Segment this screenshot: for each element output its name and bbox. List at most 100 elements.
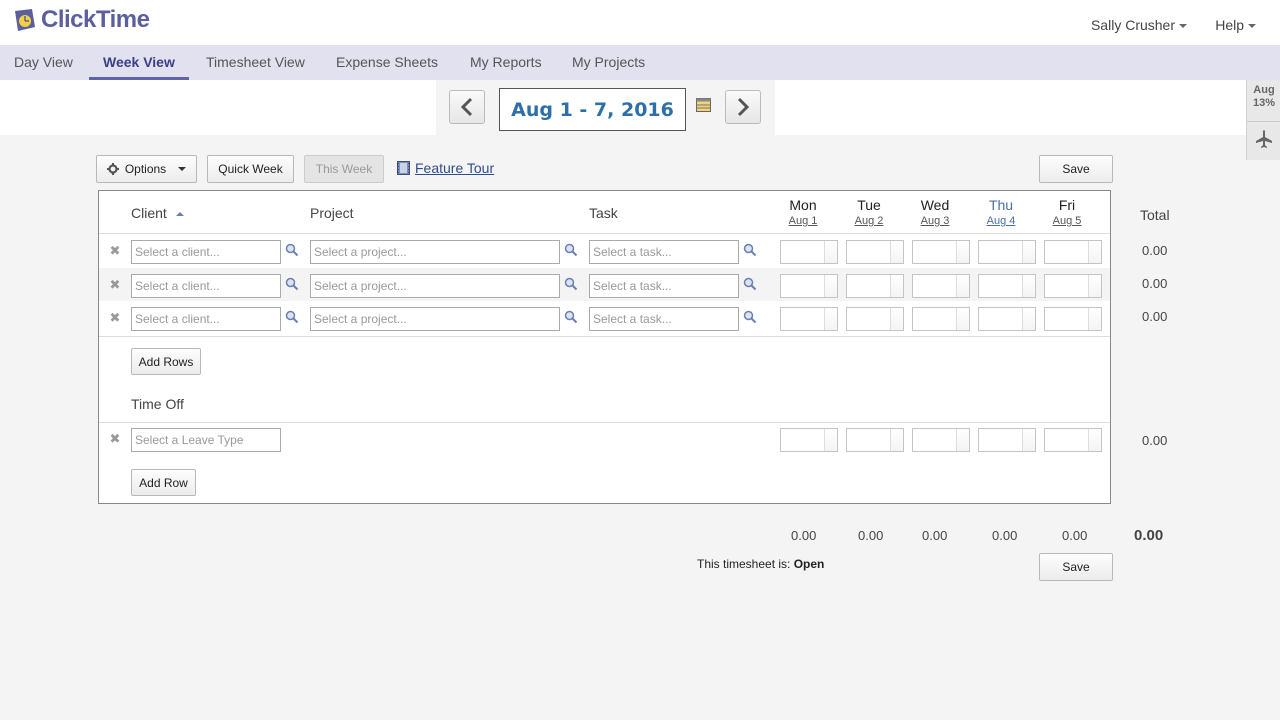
status-prefix: This timesheet is: bbox=[697, 557, 791, 571]
client-header-label: Client bbox=[131, 205, 167, 221]
task-column-header[interactable]: Task bbox=[589, 205, 618, 221]
project-select[interactable]: Select a project... bbox=[310, 274, 560, 298]
search-icon[interactable] bbox=[285, 310, 299, 324]
time-entry-mon[interactable] bbox=[780, 274, 838, 298]
day-date-link[interactable]: Aug 3 bbox=[907, 215, 963, 227]
time-off-total: 0.00 bbox=[1142, 433, 1168, 448]
divider bbox=[1247, 121, 1280, 122]
time-entry-mon[interactable] bbox=[780, 307, 838, 331]
time-entry-fri[interactable] bbox=[1044, 240, 1102, 264]
time-off-entry-thu[interactable] bbox=[978, 428, 1036, 452]
day-name: Thu bbox=[988, 197, 1014, 213]
delete-row-icon[interactable]: ✖ bbox=[109, 432, 121, 445]
previous-week-button[interactable] bbox=[449, 90, 485, 124]
project-select[interactable]: Select a project... bbox=[310, 307, 560, 331]
nav-my-projects[interactable]: My Projects bbox=[558, 45, 659, 80]
leave-type-select[interactable]: Select a Leave Type bbox=[131, 428, 281, 452]
search-icon[interactable] bbox=[564, 243, 578, 257]
options-button[interactable]: Options bbox=[96, 155, 197, 183]
save-button-top[interactable]: Save bbox=[1039, 155, 1113, 183]
delete-row-icon[interactable]: ✖ bbox=[109, 278, 121, 291]
project-column-header[interactable]: Project bbox=[310, 205, 354, 221]
day-header-thu: Thu Aug 4 bbox=[973, 197, 1029, 227]
nav-timesheet-view[interactable]: Timesheet View bbox=[192, 45, 319, 80]
user-name: Sally Crusher bbox=[1090, 17, 1175, 33]
date-bar-right bbox=[775, 80, 1246, 135]
time-entry-tue[interactable] bbox=[846, 274, 904, 298]
day-name: Fri bbox=[1058, 197, 1076, 213]
nav-my-reports[interactable]: My Reports bbox=[456, 45, 556, 80]
day-name: Tue bbox=[857, 197, 881, 213]
this-week-button[interactable]: This Week bbox=[304, 155, 384, 183]
timesheet-status: This timesheet is: Open bbox=[697, 557, 824, 571]
time-entry-tue[interactable] bbox=[846, 240, 904, 264]
time-entry-tue[interactable] bbox=[846, 307, 904, 331]
search-icon[interactable] bbox=[564, 277, 578, 291]
calendar-icon[interactable] bbox=[696, 98, 711, 112]
time-entry-wed[interactable] bbox=[912, 307, 970, 331]
quick-week-button[interactable]: Quick Week bbox=[207, 155, 294, 183]
next-week-button[interactable] bbox=[725, 90, 761, 124]
time-entry-thu[interactable] bbox=[978, 307, 1036, 331]
nav-week-view[interactable]: Week View bbox=[89, 45, 189, 80]
task-select[interactable]: Select a task... bbox=[589, 240, 739, 264]
project-select[interactable]: Select a project... bbox=[310, 240, 560, 264]
user-menu[interactable]: Sally Crusher bbox=[1091, 17, 1187, 33]
time-entry-wed[interactable] bbox=[912, 240, 970, 264]
delete-row-icon[interactable]: ✖ bbox=[109, 244, 121, 257]
status-value: Open bbox=[793, 557, 825, 571]
save-button-bottom[interactable]: Save bbox=[1039, 553, 1113, 581]
task-select[interactable]: Select a task... bbox=[589, 307, 739, 331]
week-range[interactable]: Aug 1 - 7, 2016 bbox=[499, 88, 686, 131]
time-entry-fri[interactable] bbox=[1044, 274, 1102, 298]
time-off-entry-wed[interactable] bbox=[912, 428, 970, 452]
time-off-entry-mon[interactable] bbox=[780, 428, 838, 452]
search-icon[interactable] bbox=[285, 243, 299, 257]
time-entry-fri[interactable] bbox=[1044, 307, 1102, 331]
time-off-entry-fri[interactable] bbox=[1044, 428, 1102, 452]
search-icon[interactable] bbox=[743, 310, 757, 324]
airplane-icon[interactable] bbox=[1255, 129, 1273, 149]
progress-month: Aug bbox=[1253, 84, 1275, 96]
day-date-link[interactable]: Aug 2 bbox=[841, 215, 897, 227]
month-progress[interactable]: Aug 13% bbox=[1247, 84, 1280, 110]
client-select[interactable]: Select a client... bbox=[131, 307, 281, 331]
day-date-link[interactable]: Aug 1 bbox=[775, 215, 831, 227]
add-rows-button[interactable]: Add Rows bbox=[131, 348, 201, 375]
help-label: Help bbox=[1215, 17, 1244, 33]
time-entry-thu[interactable] bbox=[978, 240, 1036, 264]
add-row-button[interactable]: Add Row bbox=[131, 469, 196, 496]
progress-percent: 13% bbox=[1252, 97, 1276, 109]
nav-expense-sheets[interactable]: Expense Sheets bbox=[322, 45, 452, 80]
search-icon[interactable] bbox=[743, 243, 757, 257]
help-menu[interactable]: Help bbox=[1215, 17, 1256, 33]
timesheet-grid: Client Project Task Mon Aug 1 Tue Aug 2 … bbox=[98, 190, 1111, 504]
delete-row-icon[interactable]: ✖ bbox=[109, 311, 121, 324]
day-date-link[interactable]: Aug 4 bbox=[973, 215, 1029, 227]
row-total: 0.00 bbox=[1142, 309, 1168, 324]
day-total-fri: 0.00 bbox=[1062, 528, 1088, 543]
time-entry-mon[interactable] bbox=[780, 240, 838, 264]
clicktime-logo[interactable]: ClickTime bbox=[12, 6, 150, 34]
day-header-mon: Mon Aug 1 bbox=[775, 197, 831, 227]
day-date-link[interactable]: Aug 5 bbox=[1039, 215, 1095, 227]
time-off-title: Time Off bbox=[131, 396, 184, 412]
date-bar-left bbox=[0, 80, 436, 135]
client-select[interactable]: Select a client... bbox=[131, 240, 281, 264]
day-total-thu: 0.00 bbox=[992, 528, 1018, 543]
chevron-left-icon bbox=[460, 97, 473, 117]
side-panel: Aug 13% bbox=[1246, 80, 1280, 160]
client-select[interactable]: Select a client... bbox=[131, 274, 281, 298]
time-entry-wed[interactable] bbox=[912, 274, 970, 298]
time-off-entry-tue[interactable] bbox=[846, 428, 904, 452]
search-icon[interactable] bbox=[285, 277, 299, 291]
nav-day-view[interactable]: Day View bbox=[0, 45, 87, 80]
chevron-down-icon bbox=[1248, 24, 1256, 29]
search-icon[interactable] bbox=[743, 277, 757, 291]
feature-tour-link[interactable]: Feature Tour bbox=[397, 160, 494, 176]
task-select[interactable]: Select a task... bbox=[589, 274, 739, 298]
search-icon[interactable] bbox=[564, 310, 578, 324]
time-entry-thu[interactable] bbox=[978, 274, 1036, 298]
client-column-header[interactable]: Client bbox=[131, 205, 184, 221]
day-header-fri: Fri Aug 5 bbox=[1039, 197, 1095, 227]
